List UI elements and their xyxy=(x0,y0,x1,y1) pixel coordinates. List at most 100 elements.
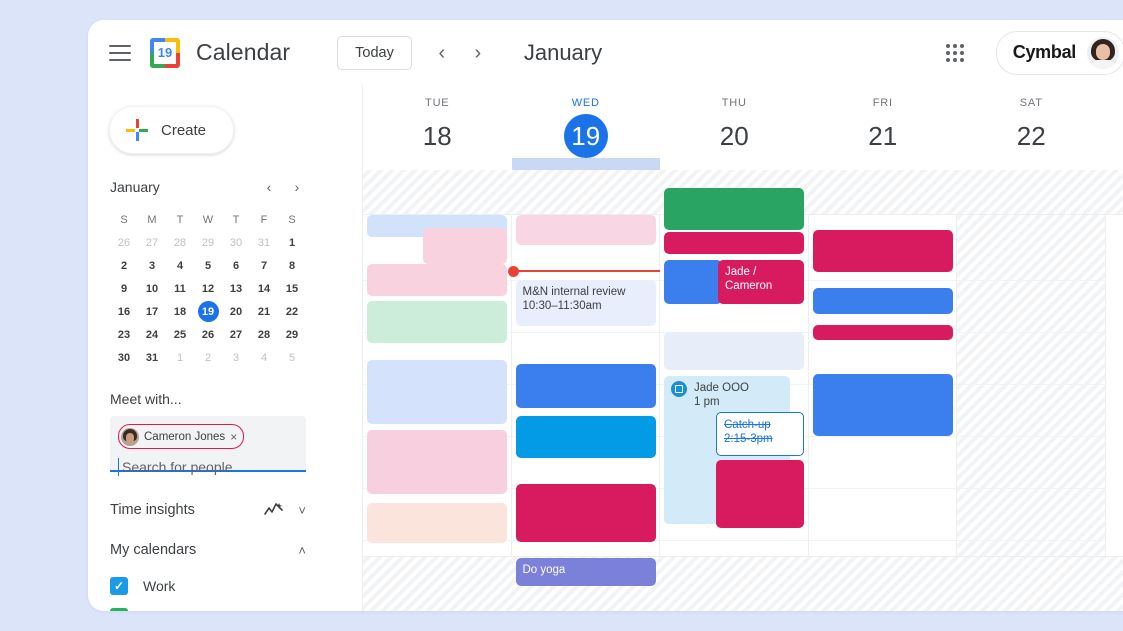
day-name-label: SAT xyxy=(1019,97,1043,109)
mini-calendar-day-17[interactable]: 17 xyxy=(138,300,166,323)
hamburger-menu-icon[interactable] xyxy=(109,44,131,61)
meet-with-input-box[interactable]: Cameron Jones × xyxy=(110,416,306,476)
day-header-fri[interactable]: FRI 21 xyxy=(809,85,958,170)
mini-calendar-day-3[interactable]: 3 xyxy=(222,346,250,369)
chevron-down-icon[interactable]: ˅ xyxy=(298,504,306,517)
day-header-thu[interactable]: THU 20 xyxy=(660,85,809,170)
calendar-event-block[interactable] xyxy=(812,288,953,314)
mini-calendar-day-24[interactable]: 24 xyxy=(138,323,166,346)
calendar-event-block[interactable] xyxy=(812,325,953,340)
mini-calendar-day-30[interactable]: 30 xyxy=(110,346,138,369)
day-header-tue[interactable]: TUE 18 xyxy=(363,85,512,170)
checkbox-personal[interactable]: ✓ xyxy=(110,607,128,611)
calendar-event-do-yoga[interactable]: Do yoga xyxy=(515,558,656,586)
mini-calendar-day-21[interactable]: 21 xyxy=(250,300,278,323)
calendar-event-block[interactable] xyxy=(367,430,507,494)
mini-calendar-day-5[interactable]: 5 xyxy=(278,346,306,369)
mini-calendar-day-23[interactable]: 23 xyxy=(110,323,138,346)
mini-calendar-day-28[interactable]: 28 xyxy=(250,323,278,346)
calendar-item-personal[interactable]: ✓ Personal xyxy=(110,601,306,611)
mini-calendar-day-14[interactable]: 14 xyxy=(250,277,278,300)
mini-calendar-day-27[interactable]: 27 xyxy=(138,231,166,254)
sidebar-item-my-calendars[interactable]: My calendars ˄ xyxy=(110,530,306,570)
mini-calendar-day-3[interactable]: 3 xyxy=(138,254,166,277)
calendar-event-block[interactable] xyxy=(423,228,507,264)
mini-calendar-day-18[interactable]: 18 xyxy=(166,300,194,323)
mini-calendar-day-30[interactable]: 30 xyxy=(222,231,250,254)
calendar-event-block[interactable] xyxy=(664,188,804,230)
mini-calendar-day-15[interactable]: 15 xyxy=(278,277,306,300)
mini-calendar-day-16[interactable]: 16 xyxy=(110,300,138,323)
calendar-event-block[interactable] xyxy=(664,260,722,304)
mini-calendar-day-1[interactable]: 1 xyxy=(278,231,306,254)
mini-calendar-day-4[interactable]: 4 xyxy=(250,346,278,369)
calendar-event-block[interactable] xyxy=(367,360,507,424)
event-title: Do yoga xyxy=(522,564,566,576)
calendar-event-block[interactable] xyxy=(515,484,656,542)
mini-calendar-day-4[interactable]: 4 xyxy=(166,254,194,277)
chevron-up-icon[interactable]: ˄ xyxy=(298,544,306,557)
mini-calendar-day-22[interactable]: 22 xyxy=(278,300,306,323)
mini-calendar-day-20[interactable]: 20 xyxy=(222,300,250,323)
calendar-event-catch-up[interactable]: Catch-up 2:15-3pm xyxy=(716,412,804,456)
mini-calendar-day-2[interactable]: 2 xyxy=(110,254,138,277)
mini-calendar-day-12[interactable]: 12 xyxy=(194,277,222,300)
day-column-sat[interactable] xyxy=(957,170,1106,611)
mini-calendar-next-button[interactable]: › xyxy=(288,178,306,196)
mini-calendar-day-29[interactable]: 29 xyxy=(278,323,306,346)
mini-calendar-day-11[interactable]: 11 xyxy=(166,277,194,300)
person-chip-cameron-jones[interactable]: Cameron Jones × xyxy=(118,424,245,449)
calendar-event-thursday-crimson-block[interactable] xyxy=(716,460,804,528)
mini-calendar-day-8[interactable]: 8 xyxy=(278,254,306,277)
mini-calendar-day-6[interactable]: 6 xyxy=(222,254,250,277)
search-people-input[interactable] xyxy=(118,457,298,476)
calendar-day-grid[interactable]: M&N internal review 10:30–11:30am Jade / Ca… xyxy=(363,170,1123,611)
mini-calendar-day-9[interactable]: 9 xyxy=(110,277,138,300)
account-switcher-button[interactable]: Cymbal xyxy=(995,30,1123,75)
checkbox-work[interactable]: ✓ xyxy=(110,576,128,595)
next-period-button[interactable]: › xyxy=(462,37,494,69)
mini-calendar-day-31[interactable]: 31 xyxy=(138,346,166,369)
mini-calendar-day-1[interactable]: 1 xyxy=(166,346,194,369)
meet-with-title: Meet with... xyxy=(110,391,182,407)
current-time-indicator-dot xyxy=(507,266,519,277)
hour-gridline xyxy=(957,540,1105,541)
calendar-event-block[interactable] xyxy=(515,364,656,408)
calendar-logo-day: 19 xyxy=(154,41,176,64)
calendar-item-work[interactable]: ✓ Work xyxy=(110,570,306,601)
day-header-sat[interactable]: SAT 22 xyxy=(957,85,1106,170)
mini-calendar-day-2[interactable]: 2 xyxy=(194,346,222,369)
close-icon[interactable]: × xyxy=(230,431,237,443)
mini-calendar-day-19[interactable]: 19 xyxy=(194,300,222,323)
calendar-event-block[interactable] xyxy=(664,232,804,254)
mini-calendar-day-26[interactable]: 26 xyxy=(110,231,138,254)
mini-calendar-day-10[interactable]: 10 xyxy=(138,277,166,300)
create-button[interactable]: Create xyxy=(109,106,234,154)
calendar-event-jade-cameron[interactable]: Jade / Cameron xyxy=(718,260,804,304)
calendar-event-block[interactable] xyxy=(515,416,656,458)
calendar-event-mn-internal-review[interactable]: M&N internal review 10:30–11:30am xyxy=(515,280,656,326)
apps-grid-icon[interactable] xyxy=(942,40,968,66)
mini-calendar-day-29[interactable]: 29 xyxy=(194,231,222,254)
calendar-event-block[interactable] xyxy=(664,332,804,370)
mini-calendar-day-7[interactable]: 7 xyxy=(250,254,278,277)
sidebar-item-time-insights[interactable]: Time insights ˅ xyxy=(110,490,306,530)
today-button[interactable]: Today xyxy=(337,35,412,70)
mini-calendar-day-25[interactable]: 25 xyxy=(166,323,194,346)
mini-calendar-prev-button[interactable]: ‹ xyxy=(260,178,278,196)
mini-calendar-day-5[interactable]: 5 xyxy=(194,254,222,277)
calendar-event-block[interactable] xyxy=(367,503,507,543)
day-number-label: 22 xyxy=(1016,120,1046,151)
previous-period-button[interactable]: ‹ xyxy=(426,37,458,69)
mini-calendar-day-27[interactable]: 27 xyxy=(222,323,250,346)
time-insights-label: Time insights xyxy=(110,502,195,518)
calendar-event-block[interactable] xyxy=(367,301,507,343)
calendar-event-block[interactable] xyxy=(367,264,507,296)
calendar-event-block[interactable] xyxy=(515,215,656,245)
mini-calendar-day-28[interactable]: 28 xyxy=(166,231,194,254)
mini-calendar-day-26[interactable]: 26 xyxy=(194,323,222,346)
calendar-event-block[interactable] xyxy=(812,230,953,272)
calendar-event-block[interactable] xyxy=(812,374,953,436)
mini-calendar-day-31[interactable]: 31 xyxy=(250,231,278,254)
mini-calendar-day-13[interactable]: 13 xyxy=(222,277,250,300)
